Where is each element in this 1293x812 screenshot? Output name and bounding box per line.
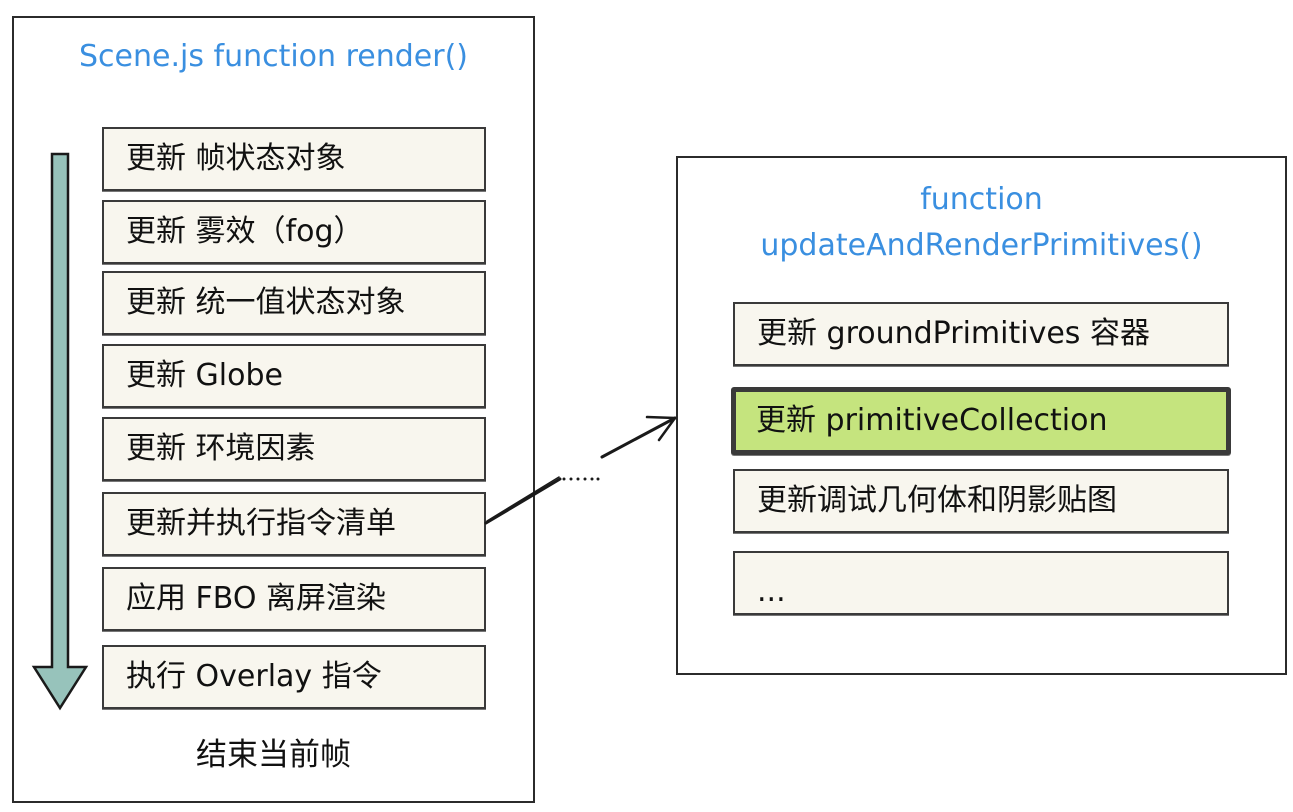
- primitives-function-title-keyword: function: [920, 182, 1043, 217]
- connector-arrow-icon: [600, 415, 677, 459]
- left-step-apply-fbo: 应用 FBO 离屏渲染: [102, 567, 486, 631]
- left-step-execute-overlay: 执行 Overlay 指令: [102, 645, 486, 709]
- connector-dots: [562, 477, 600, 481]
- primitives-function-title-name: updateAndRenderPrimitives(): [760, 228, 1203, 263]
- left-step-update-environment: 更新 环境因素: [102, 417, 486, 481]
- right-step-ground-primitives: 更新 groundPrimitives 容器: [733, 302, 1229, 366]
- render-function-title: Scene.js function render(): [79, 39, 468, 74]
- left-step-update-globe: 更新 Globe: [102, 344, 486, 408]
- right-step-primitive-collection: 更新 primitiveCollection: [731, 387, 1231, 455]
- right-step-ellipsis: ...: [733, 551, 1229, 615]
- left-step-update-fog: 更新 雾效（fog）: [102, 200, 486, 264]
- right-step-debug-shadow: 更新调试几何体和阴影贴图: [733, 469, 1229, 533]
- left-step-update-frame-state: 更新 帧状态对象: [102, 127, 486, 191]
- end-frame-label: 结束当前帧: [196, 737, 351, 773]
- left-step-update-execute-commands: 更新并执行指令清单: [102, 492, 486, 556]
- left-step-update-uniform-state: 更新 统一值状态对象: [102, 271, 486, 335]
